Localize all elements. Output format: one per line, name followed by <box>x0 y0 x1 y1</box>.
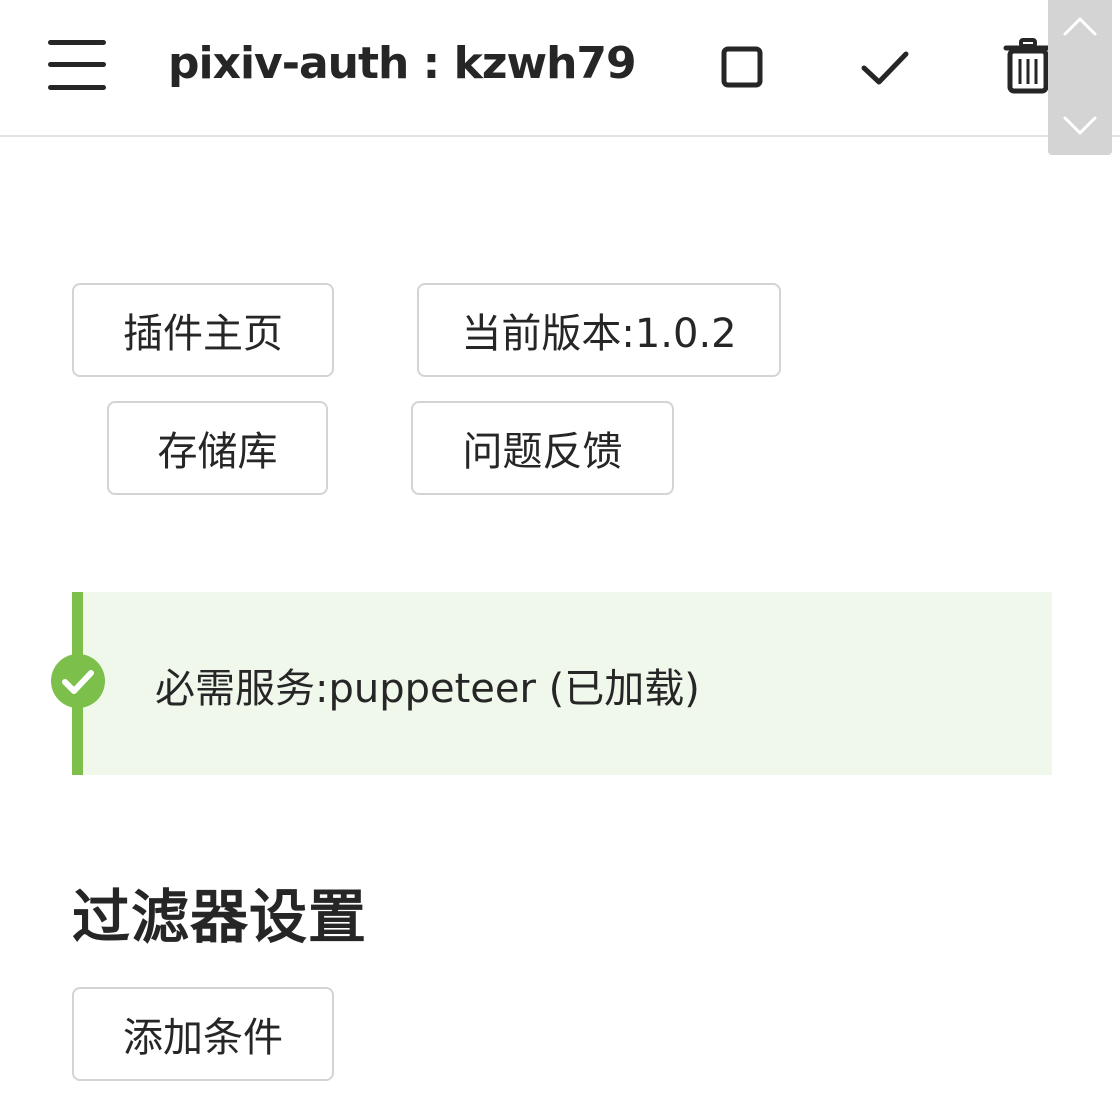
plugin-settings-page: pixiv-auth : kzwh79 插件主页 当前版本:1.0.2 存储库 … <box>0 0 1120 1110</box>
scroll-controls <box>1048 0 1112 155</box>
repository-button[interactable]: 存储库 <box>107 401 328 495</box>
notice-text: 必需服务:puppeteer (已加载) <box>155 666 700 712</box>
filter-settings-title: 过滤器设置 <box>72 883 368 951</box>
chevron-up-icon[interactable] <box>1062 8 1098 44</box>
chevron-down-icon[interactable] <box>1062 108 1098 144</box>
add-condition-button[interactable]: 添加条件 <box>72 987 334 1081</box>
header-bar: pixiv-auth : kzwh79 <box>0 0 1120 137</box>
version-button[interactable]: 当前版本:1.0.2 <box>417 283 781 377</box>
feedback-button[interactable]: 问题反馈 <box>411 401 674 495</box>
page-title: pixiv-auth : kzwh79 <box>168 38 637 89</box>
plugin-home-button[interactable]: 插件主页 <box>72 283 334 377</box>
hamburger-menu-icon[interactable] <box>44 34 110 98</box>
check-circle-icon <box>50 653 106 709</box>
square-icon[interactable] <box>712 38 772 98</box>
checkmark-icon[interactable] <box>855 38 915 98</box>
